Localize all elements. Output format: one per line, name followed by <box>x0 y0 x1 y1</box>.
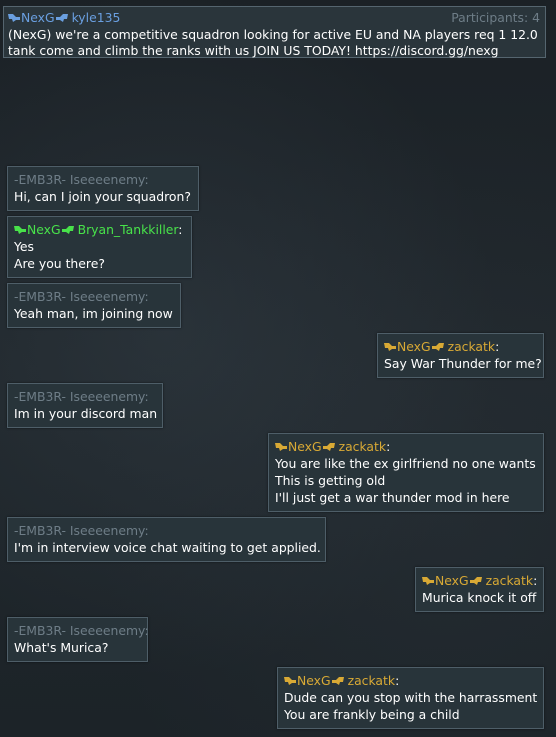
nexg-clan-right-icon <box>55 13 68 23</box>
message-text: Hi, can I join your squadron? <box>14 189 191 204</box>
message-text: Im in your discord man <box>14 406 158 421</box>
chat-message: NexG zackatk: Murica knock it off <box>415 567 544 612</box>
nexg-clan-right-icon <box>331 676 344 686</box>
message-sender[interactable]: NexG Bryan_Tankkiller: <box>14 221 185 238</box>
header-clan-tag[interactable]: NexG kyle135 <box>8 10 120 25</box>
chat-message: -EMB3R- Iseeeenemy: Im in your discord m… <box>7 383 163 428</box>
message-text: Yes <box>14 239 35 254</box>
chat-message: NexG zackatk: You are like the ex girlfr… <box>268 433 544 512</box>
chat-message: NexG zackatk: Say War Thunder for me? <box>377 333 544 378</box>
chat-message: -EMB3R- Iseeeenemy: What's Murica? <box>7 617 149 662</box>
message-text: You are like the ex girlfriend no one wa… <box>275 456 536 471</box>
message-text: Are you there? <box>14 256 105 271</box>
message-text: You are frankly being a child <box>284 707 460 722</box>
message-sender[interactable]: -EMB3R- Iseeeenemy: <box>14 171 192 188</box>
nexg-clan-right-icon <box>431 342 444 352</box>
squadron-announcement: (NexG) we're a competitive squadron look… <box>8 27 538 58</box>
chat-message: NexG zackatk: Dude can you stop with the… <box>277 667 544 729</box>
squadron-info-header: NexG kyle135 Participants: 4 (NexG) we'r… <box>3 6 546 58</box>
message-sender[interactable]: NexG zackatk: <box>422 572 537 589</box>
message-text: Say War Thunder for me? <box>384 356 542 371</box>
nexg-clan-left-icon <box>275 442 288 452</box>
nexg-clan-left-icon <box>14 225 27 235</box>
nexg-clan-right-icon <box>322 442 335 452</box>
chat-message: -EMB3R- Iseeeenemy: I'm in interview voi… <box>7 517 326 562</box>
chat-message: -EMB3R- Iseeeenemy: Hi, can I join your … <box>7 166 199 211</box>
message-text: Dude can you stop with the harrassment <box>284 690 538 705</box>
message-sender[interactable]: -EMB3R- Iseeeenemy: <box>14 288 174 305</box>
message-text: Yeah man, im joining now <box>14 306 173 321</box>
nexg-clan-right-icon <box>61 225 74 235</box>
message-sender[interactable]: -EMB3R- Iseeeenemy: <box>14 622 149 639</box>
nexg-clan-left-icon <box>422 576 435 586</box>
message-sender[interactable]: -EMB3R- Iseeeenemy: <box>14 522 319 539</box>
message-sender[interactable]: NexG zackatk: <box>384 338 537 355</box>
message-text: What's Murica? <box>14 640 109 655</box>
message-text: Murica knock it off <box>422 590 537 605</box>
message-sender[interactable]: NexG zackatk: <box>275 438 537 455</box>
message-sender[interactable]: -EMB3R- Iseeeenemy: <box>14 388 156 405</box>
message-sender[interactable]: NexG zackatk: <box>284 672 537 689</box>
message-text: This is getting old <box>275 473 386 488</box>
nexg-clan-left-icon <box>284 676 297 686</box>
message-text: I'm in interview voice chat waiting to g… <box>14 540 321 555</box>
participants-count: Participants: 4 <box>451 10 540 25</box>
nexg-clan-left-icon <box>8 13 21 23</box>
message-text: I'll just get a war thunder mod in here <box>275 490 510 505</box>
header-username[interactable]: kyle135 <box>72 10 121 25</box>
chat-message: -EMB3R- Iseeeenemy: Yeah man, im joining… <box>7 283 181 328</box>
nexg-clan-right-icon <box>469 576 482 586</box>
chat-message: NexG Bryan_Tankkiller: Yes Are you there… <box>7 216 192 278</box>
nexg-clan-left-icon <box>384 342 397 352</box>
